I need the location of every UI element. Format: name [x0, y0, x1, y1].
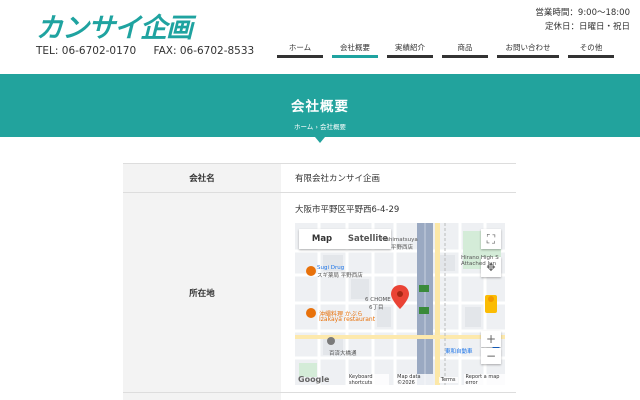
nav-products[interactable]: 商品	[442, 40, 488, 58]
map-label-toa: 東和自動車	[445, 349, 473, 355]
breadcrumb-current: 会社概要	[320, 123, 347, 131]
site-logo[interactable]: カンサイ企画	[36, 6, 193, 45]
nav-other[interactable]: その他	[568, 40, 614, 58]
table-row: 会社名 有限会社カンサイ企画	[123, 164, 516, 193]
main-nav: ホーム 会社概要 実績紹介 商品 お問い合わせ その他	[277, 40, 614, 58]
map-footer: Keyboard shortcuts Map data ©2026 Terms …	[295, 374, 505, 385]
row-label-company: 会社名	[123, 164, 281, 192]
hours-text: 営業時間：9:00〜18:00	[535, 8, 630, 18]
report-error-link[interactable]: Report a map error	[463, 374, 505, 385]
row-value-empty	[281, 393, 516, 400]
map-label-hiranonishi: 平野西店	[391, 245, 414, 251]
nav-contact[interactable]: お問い合わせ	[497, 40, 559, 58]
tel-number: TEL: 06-6702-0170	[36, 45, 137, 57]
breadcrumb: ホーム › 会社概要	[0, 121, 640, 131]
row-label-address: 所在地	[123, 193, 281, 392]
holidays-text: 定休日：日曜日・祝日	[544, 22, 630, 32]
zoom-in-icon[interactable]: +	[481, 331, 501, 347]
business-hours: 営業時間：9:00〜18:00 定休日：日曜日・祝日	[535, 6, 630, 34]
page-title: 会社概要	[291, 99, 349, 115]
map-type-toggle: Map Satellite	[299, 229, 391, 249]
map-data-text: Map data ©2026	[395, 374, 433, 385]
map-label-izakaya: Izakaya restaurant	[319, 316, 376, 323]
zoom-out-icon[interactable]: −	[481, 348, 501, 364]
banner-pointer-icon	[315, 137, 325, 143]
embedded-map[interactable]: Map Satellite ⛶ ✥ + − hishimatsuya 平野西店 …	[295, 223, 505, 385]
contact-info: TEL: 06-6702-0170 FAX: 06-6702-8533	[36, 45, 268, 57]
table-row	[123, 393, 516, 400]
terms-link[interactable]: Terms	[438, 377, 458, 383]
row-value-company: 有限会社カンサイ企画	[281, 164, 516, 192]
map-label-attached: Attached Jun	[461, 261, 497, 267]
site-header: カンサイ企画 TEL: 06-6702-0170 FAX: 06-6702-85…	[0, 0, 640, 74]
row-label-empty	[123, 393, 281, 400]
keyboard-shortcuts-link[interactable]: Keyboard shortcuts	[347, 374, 390, 385]
row-value-address-cell: 大阪市平野区平野西6-4-29 Map Satellite ⛶ ✥ + − hi…	[281, 193, 516, 392]
fullscreen-icon[interactable]: ⛶	[481, 229, 501, 249]
nav-company[interactable]: 会社概要	[332, 40, 378, 58]
nav-works[interactable]: 実績紹介	[387, 40, 433, 58]
table-row: 所在地 大阪市平野区平野西6-4-29 Map Satellite ⛶ ✥ + …	[123, 193, 516, 393]
company-table: 会社名 有限会社カンサイ企画 所在地 大阪市平野区平野西6-4-29 Map S…	[123, 163, 516, 400]
breadcrumb-home[interactable]: ホーム	[294, 123, 313, 131]
map-label-sugi-jp: スギ薬局 平野西店	[317, 273, 363, 279]
map-label-chome-jp: 6丁目	[369, 305, 384, 311]
breadcrumb-separator: ›	[315, 123, 318, 131]
nav-home[interactable]: ホーム	[277, 40, 323, 58]
page-banner: 会社概要 ホーム › 会社概要	[0, 74, 640, 137]
address-text: 大阪市平野区平野西6-4-29	[295, 205, 400, 215]
map-type-map-button[interactable]: Map	[299, 229, 345, 249]
fax-number: FAX: 06-6702-8533	[153, 45, 255, 57]
map-label-momosu: 百済大橋通	[329, 351, 357, 357]
